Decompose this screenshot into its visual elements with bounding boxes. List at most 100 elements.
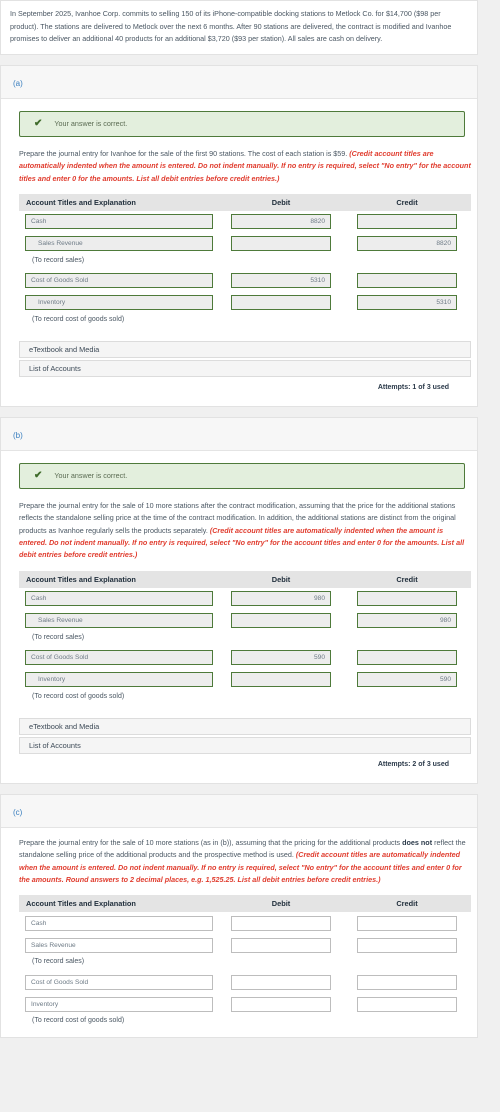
list-of-accounts-button[interactable]: List of Accounts <box>19 359 471 377</box>
account-title-select[interactable]: Cash <box>25 591 213 607</box>
debit-input[interactable] <box>231 613 331 629</box>
table-row: Inventory <box>19 993 471 1015</box>
debit-input-cell <box>219 236 343 252</box>
check-icon: ✔ <box>34 469 43 481</box>
account-cell: Cost of Goods Sold <box>19 974 219 990</box>
entry-memo: (To record sales) <box>32 958 85 966</box>
account-title-select[interactable]: Cost of Goods Sold <box>25 974 213 990</box>
account-cell: Cash <box>19 915 219 931</box>
attempts-counter: Attempts: 1 of 3 used <box>377 383 449 391</box>
account-title-select[interactable]: Inventory <box>25 996 213 1012</box>
credit-input[interactable] <box>357 214 457 230</box>
account-title-select[interactable]: Inventory <box>25 295 213 311</box>
etextbook-and-media-button[interactable]: eTextbook and Media <box>19 717 471 735</box>
journal-entry-table: Account Titles and Explanation Debit Credi… <box>19 570 471 706</box>
credit-input[interactable] <box>357 591 457 607</box>
table-row: Cost of Goods Sold 5310 <box>19 270 471 292</box>
account-title-select[interactable]: Sales Revenue <box>25 236 213 252</box>
credit-input[interactable] <box>357 974 457 990</box>
credit-input[interactable]: 980 <box>357 613 457 629</box>
debit-input-cell <box>219 974 343 990</box>
account-title-select[interactable]: Cost of Goods Sold <box>25 650 213 666</box>
column-header-credit: Credit <box>396 899 418 909</box>
debit-input[interactable] <box>231 672 331 688</box>
account-title-select[interactable]: Cost of Goods Sold <box>25 273 213 289</box>
list-of-accounts-button[interactable]: List of Accounts <box>19 736 471 754</box>
credit-input-cell <box>343 214 471 230</box>
resources-accordion-group: eTextbook and Media List of Accounts <box>19 340 471 377</box>
section-body: ✔ Your answer is correct. Prepare the jour… <box>1 99 477 406</box>
section-prompt: Prepare the journal entry for the sale o… <box>19 837 471 887</box>
debit-input[interactable] <box>231 236 331 252</box>
section-card: (c) Prepare the journal entry for the sal… <box>0 793 478 1039</box>
debit-input[interactable] <box>231 915 331 931</box>
debit-input[interactable]: 8820 <box>231 214 331 230</box>
banner-text: Your answer is correct. <box>54 119 128 129</box>
column-header-account: Account Titles and Explanation <box>26 899 136 909</box>
entry-memo: (To record cost of goods sold) <box>32 315 125 323</box>
account-cell: Cost of Goods Sold <box>19 650 219 666</box>
account-title-select[interactable]: Cash <box>25 214 213 230</box>
section-label: (b) <box>13 430 23 440</box>
credit-input[interactable] <box>357 937 457 953</box>
debit-input-cell: 5310 <box>219 273 343 289</box>
debit-input-cell: 980 <box>219 591 343 607</box>
attempts-counter: Attempts: 2 of 3 used <box>377 760 449 768</box>
debit-input-cell <box>219 672 343 688</box>
section-prompt: Prepare the journal entry for the sale o… <box>19 500 471 562</box>
account-cell: Sales Revenue <box>19 613 219 629</box>
table-row: Cash 980 <box>19 588 471 610</box>
column-header-credit: Credit <box>396 574 418 584</box>
section-label: (c) <box>13 807 23 817</box>
column-header-debit: Debit <box>271 197 291 207</box>
debit-input[interactable] <box>231 974 331 990</box>
credit-input[interactable]: 8820 <box>357 236 457 252</box>
account-title-select[interactable]: Inventory <box>25 672 213 688</box>
section-header: (a) <box>1 65 477 99</box>
debit-input[interactable] <box>231 996 331 1012</box>
debit-input[interactable] <box>231 295 331 311</box>
etextbook-and-media-button[interactable]: eTextbook and Media <box>19 340 471 358</box>
table-row: Cash 8820 <box>19 211 471 233</box>
debit-input-cell: 8820 <box>219 214 343 230</box>
journal-entry-table: Account Titles and Explanation Debit Credi… <box>19 895 471 1030</box>
column-header-debit: Debit <box>271 899 291 909</box>
correct-answer-banner: ✔ Your answer is correct. <box>19 462 465 489</box>
account-cell: Cash <box>19 591 219 607</box>
column-header-account: Account Titles and Explanation <box>26 574 136 584</box>
debit-input[interactable]: 5310 <box>231 273 331 289</box>
account-title-select[interactable]: Cash <box>25 915 213 931</box>
section-header: (c) <box>1 794 477 828</box>
section-body: ✔ Your answer is correct. Prepare the jour… <box>1 451 477 783</box>
debit-input[interactable]: 980 <box>231 591 331 607</box>
prompt-text: Prepare the journal entry for Ivanhoe fo… <box>19 148 350 158</box>
credit-input[interactable] <box>357 915 457 931</box>
column-header-debit: Debit <box>271 574 291 584</box>
account-title-select[interactable]: Sales Revenue <box>25 937 213 953</box>
account-cell: Sales Revenue <box>19 236 219 252</box>
debit-input-cell <box>219 996 343 1012</box>
credit-input-cell <box>343 591 471 607</box>
entry-memo: (To record sales) <box>32 256 85 264</box>
table-row: Cost of Goods Sold <box>19 971 471 993</box>
banner-text: Your answer is correct. <box>54 471 128 481</box>
table-row: Cost of Goods Sold 590 <box>19 647 471 669</box>
account-title-select[interactable]: Sales Revenue <box>25 613 213 629</box>
sections-container: (a) ✔ Your answer is correct. Prepare the j… <box>0 64 500 1039</box>
account-cell: Cash <box>19 214 219 230</box>
section-card: (a) ✔ Your answer is correct. Prepare the j… <box>0 64 478 407</box>
debit-input[interactable]: 590 <box>231 650 331 666</box>
credit-input[interactable]: 590 <box>357 672 457 688</box>
debit-input[interactable] <box>231 937 331 953</box>
table-header-row: Account Titles and Explanation Debit Credi… <box>19 193 471 211</box>
column-header-credit: Credit <box>396 197 418 207</box>
credit-input[interactable] <box>357 650 457 666</box>
journal-entry-table: Account Titles and Explanation Debit Credi… <box>19 193 471 329</box>
credit-input[interactable] <box>357 996 457 1012</box>
table-header-row: Account Titles and Explanation Debit Credi… <box>19 895 471 913</box>
entry-memo: (To record cost of goods sold) <box>32 1017 125 1025</box>
credit-input[interactable] <box>357 273 457 289</box>
credit-input-cell: 590 <box>343 672 471 688</box>
credit-input[interactable]: 5310 <box>357 295 457 311</box>
account-cell: Inventory <box>19 672 219 688</box>
